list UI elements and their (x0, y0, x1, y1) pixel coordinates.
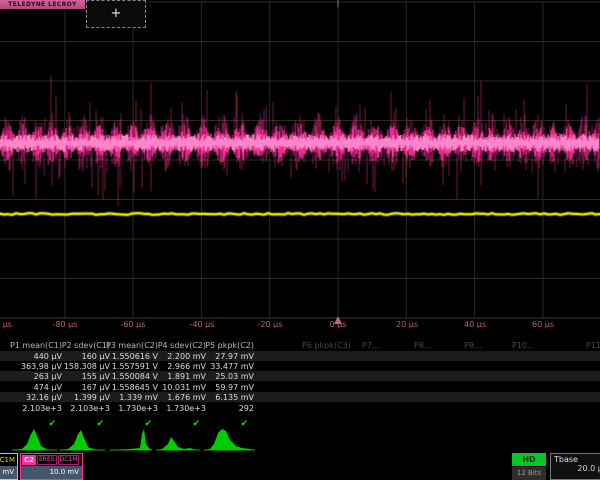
time-label-6: 20 µs (396, 320, 418, 329)
c1-waveform[interactable] (0, 213, 600, 215)
param-value: 2.103e+3 (70, 404, 110, 413)
graticule (0, 0, 600, 336)
param-value: 167 µV (82, 383, 110, 392)
param-value: 263 µV (34, 372, 62, 381)
histicon-p2[interactable] (60, 430, 105, 450)
param-header-p5[interactable]: P5 pkpk(C2) (205, 341, 254, 350)
param-value: 25.03 mV (215, 372, 254, 381)
param-value: 1.891 mV (167, 372, 206, 381)
param-value: 32.16 µV (26, 393, 62, 402)
time-label-8: 60 µs (532, 320, 554, 329)
add-trace-button[interactable]: + (86, 0, 146, 28)
param-header-inactive[interactable]: P7... (362, 341, 380, 350)
hd-mode-badge: HD (512, 453, 546, 466)
param-value: 1.676 mV (167, 393, 206, 402)
param-value: 1.550084 V (112, 372, 158, 381)
param-value: 10.031 mV (162, 383, 206, 392)
c2-coupling-tag: DC1M (58, 455, 80, 465)
param-header-inactive[interactable]: P11 (586, 341, 600, 350)
param-value: 1.399 µV (74, 393, 110, 402)
c2-channel-badge: C2 (22, 455, 36, 465)
param-value: 2.200 mV (167, 352, 206, 361)
param-value: 440 µV (34, 352, 62, 361)
c2-scale-value: 10.0 mV (21, 466, 82, 479)
param-value: 2.103e+3 (22, 404, 62, 413)
param-header-p1[interactable]: P1 mean(C1) (10, 341, 62, 350)
param-value: 1.339 mV (119, 393, 158, 402)
time-label-7: 40 µs (464, 320, 486, 329)
param-value: 33.477 mV (210, 362, 254, 371)
histicon-p3[interactable] (110, 429, 152, 450)
channel-c1-descriptor[interactable]: DC1M 10.0 mV (0, 453, 18, 480)
timebase-value: 20.0 µs (551, 464, 600, 473)
histicons[interactable] (0, 428, 600, 458)
time-label-0: -100 µs (0, 320, 12, 329)
histicon-p1[interactable] (12, 429, 57, 450)
param-value: 158.308 µV (64, 362, 110, 371)
param-value: 1.550616 V (112, 352, 158, 361)
param-value: 1.557591 V (112, 362, 158, 371)
param-value: 2.966 mV (167, 362, 206, 371)
param-header-inactive[interactable]: P8... (414, 341, 432, 350)
timebase-label: Tbase (551, 454, 600, 464)
param-value: 292 (239, 404, 254, 413)
lecroy-logo: TELEDYNE LECROY (0, 0, 85, 9)
time-label-2: -60 µs (121, 320, 146, 329)
param-value: 1.558645 V (112, 383, 158, 392)
param-value: 155 µV (82, 372, 110, 381)
oscilloscope-screen: TELEDYNE LECROY -100 µs -80 µs -60 µs -40 µ… (0, 0, 600, 480)
param-header-inactive[interactable]: P6 pkpk(C3) (302, 341, 351, 350)
param-header-p4[interactable]: P4 sdev(C2) (158, 341, 206, 350)
time-label-4: -20 µs (258, 320, 283, 329)
histicon-p5[interactable] (204, 429, 255, 450)
param-value: 6.135 mV (215, 393, 254, 402)
time-label-1: -80 µs (53, 320, 78, 329)
c1-coupling-label: DC1M (0, 454, 17, 466)
histicon-p4[interactable] (156, 437, 200, 450)
time-label-5: 0 µs (330, 320, 347, 329)
param-header-inactive[interactable]: P9... (464, 341, 482, 350)
param-value: 1.730e+3 (118, 404, 158, 413)
param-value: 160 µV (82, 352, 110, 361)
param-value: 363.98 µV (21, 362, 62, 371)
param-header-p3[interactable]: P3 mean(C2) (106, 341, 158, 350)
time-label-3: -40 µs (190, 320, 215, 329)
param-header-inactive[interactable]: P10... (512, 341, 535, 350)
c1-scale-value: 10.0 mV (0, 466, 17, 479)
param-value: 59.97 mV (215, 383, 254, 392)
timebase-descriptor[interactable]: Tbase 20.0 µs (550, 453, 600, 480)
param-value: 1.730e+3 (166, 404, 206, 413)
c2-waveform[interactable] (0, 75, 599, 205)
param-header-p2[interactable]: P2 sdev(C1) (62, 341, 110, 350)
hd-bits-label: 12 Bits (512, 467, 546, 480)
c2-eres-tag: ERES (37, 455, 57, 465)
param-value: 474 µV (34, 383, 62, 392)
param-value: 27.97 mV (215, 352, 254, 361)
channel-c2-descriptor[interactable]: C2 ERES DC1M 10.0 mV (20, 453, 83, 480)
